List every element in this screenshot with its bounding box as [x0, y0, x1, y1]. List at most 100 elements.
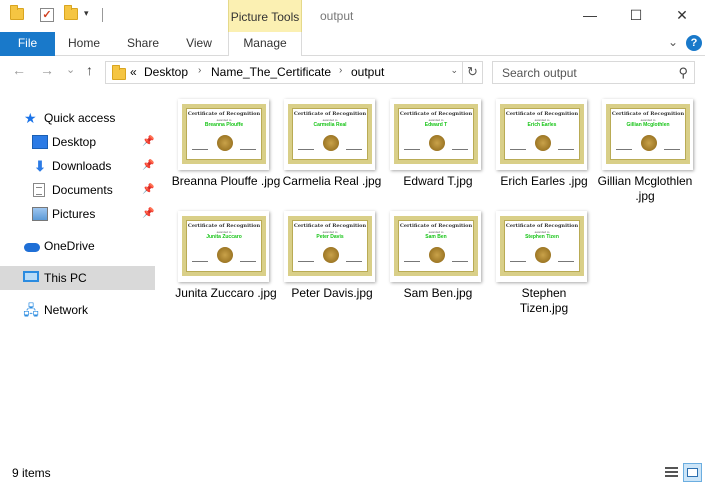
certificate-heading: Certificate of Recognition	[293, 111, 367, 117]
sidebar-item-label: OneDrive	[44, 239, 95, 253]
new-folder-icon[interactable]	[64, 5, 78, 20]
sidebar-item-label: This PC	[44, 271, 87, 285]
star-icon: ★	[24, 110, 37, 126]
breadcrumb-separator[interactable]: ›	[339, 65, 342, 76]
search-icon[interactable]: ⚲	[678, 65, 688, 81]
back-button[interactable]: ←	[12, 62, 26, 78]
certificate-recipient: Erich Earles	[527, 122, 557, 128]
sidebar-item-this-pc[interactable]: This PC	[0, 266, 155, 290]
tab-view[interactable]: View	[180, 32, 218, 56]
pc-icon	[23, 271, 39, 282]
file-tile[interactable]: Certificate of Recognition awarded to Eric…	[481, 92, 591, 204]
file-tile[interactable]: Certificate of Recognition awarded to Carm…	[269, 92, 381, 204]
certificate-recipient: Stephen Tizen	[525, 234, 559, 240]
image-thumbnail: Certificate of Recognition awarded to Eric…	[496, 99, 587, 170]
certificate-heading: Certificate of Recognition	[399, 223, 473, 229]
sidebar-item-documents[interactable]: Documents 📌	[0, 178, 155, 202]
collapse-ribbon-icon[interactable]: ⌄	[668, 35, 678, 49]
image-thumbnail: Certificate of Recognition awarded to Brea…	[178, 99, 269, 170]
status-bar: 9 items	[0, 461, 705, 483]
details-view-button[interactable]	[662, 463, 681, 482]
seal-icon	[535, 135, 551, 151]
file-name[interactable]: Stephen Tizen.jpg	[503, 286, 585, 316]
address-bar[interactable]: « Desktop › Name_The_Certificate › outpu…	[105, 61, 483, 84]
certificate-recipient: Sam Ben	[425, 234, 447, 240]
large-icons-view-button[interactable]	[683, 463, 702, 482]
sidebar-item-label: Desktop	[52, 135, 97, 149]
seal-icon	[217, 135, 233, 151]
certificate-recipient: Carmelia Real	[313, 122, 347, 128]
navigation-bar: ← → ⌄ ↑ « Desktop › Name_The_Certificate…	[0, 56, 705, 88]
sidebar-item-quick-access[interactable]: ★ Quick access	[0, 106, 155, 130]
file-view: Certificate of Recognition awarded to Brea…	[163, 92, 703, 452]
sidebar-item-label: Pictures	[52, 207, 96, 221]
file-tile[interactable]: Certificate of Recognition awarded to Brea…	[163, 92, 280, 204]
breadcrumb-overflow[interactable]: «	[130, 65, 137, 79]
minimize-button[interactable]: —	[567, 0, 613, 30]
folder-icon	[112, 65, 126, 80]
recent-locations-dropdown[interactable]: ⌄	[66, 63, 75, 76]
seal-icon	[641, 135, 657, 151]
help-icon[interactable]: ?	[686, 35, 702, 51]
search-input[interactable]	[494, 63, 669, 82]
tab-manage[interactable]: Manage	[228, 32, 302, 57]
sidebar-item-desktop[interactable]: Desktop 📌	[0, 130, 155, 154]
close-button[interactable]: ✕	[659, 0, 705, 30]
sidebar-item-label: Downloads	[52, 159, 112, 173]
certificate-heading: Certificate of Recognition	[505, 223, 579, 229]
pin-icon[interactable]: 📌	[142, 178, 154, 202]
sidebar-item-onedrive[interactable]: OneDrive	[0, 234, 155, 258]
customize-quick-access-dropdown[interactable]: ▾	[84, 8, 89, 19]
certificate-recipient: Junita Zuccaro	[206, 234, 242, 240]
sidebar-item-label: Network	[44, 303, 89, 317]
sidebar-item-pictures[interactable]: Pictures 📌	[0, 202, 155, 226]
certificate-heading: Certificate of Recognition	[187, 111, 261, 117]
refresh-icon[interactable]: ↻	[462, 62, 482, 83]
image-thumbnail: Certificate of Recognition awarded to Sam …	[390, 211, 481, 282]
seal-icon	[323, 247, 339, 263]
seal-icon	[429, 247, 445, 263]
seal-icon	[323, 135, 339, 151]
file-tile[interactable]: Certificate of Recognition awarded to Juni…	[163, 204, 277, 316]
file-tile[interactable]: Certificate of Recognition awarded to Gill…	[587, 92, 697, 204]
sidebar-item-downloads[interactable]: ⬇ Downloads 📌	[0, 154, 155, 178]
file-tile[interactable]: Certificate of Recognition awarded to Step…	[481, 204, 591, 316]
sidebar-item-network[interactable]: 🖧 Network	[0, 298, 155, 322]
search-box[interactable]: ⚲	[492, 61, 695, 84]
ribbon-tabs: File Home Share View Manage ⌄ ?	[0, 32, 705, 57]
folder-icon	[10, 5, 24, 20]
breadcrumb-separator[interactable]: ›	[198, 65, 201, 76]
picture-tools-context-label: Picture Tools	[228, 0, 302, 32]
image-thumbnail: Certificate of Recognition awarded to Carm…	[284, 99, 375, 170]
pin-icon[interactable]: 📌	[142, 130, 154, 154]
tab-file[interactable]: File	[0, 32, 55, 56]
properties-icon[interactable]: ✓	[40, 8, 54, 22]
pin-icon[interactable]: 📌	[142, 154, 154, 178]
desktop-icon	[32, 135, 48, 149]
maximize-button[interactable]: ☐	[613, 0, 659, 30]
address-history-dropdown[interactable]: ⌄	[450, 65, 458, 76]
breadcrumb-output[interactable]: output	[351, 65, 384, 79]
pin-icon[interactable]: 📌	[142, 202, 154, 226]
certificate-recipient: Peter Davis	[316, 234, 344, 240]
tab-home[interactable]: Home	[62, 32, 106, 56]
file-tile[interactable]: Certificate of Recognition awarded to Pete…	[269, 204, 379, 316]
certificate-heading: Certificate of Recognition	[187, 223, 261, 229]
certificate-heading: Certificate of Recognition	[505, 111, 579, 117]
sidebar-item-label: Quick access	[44, 111, 116, 125]
certificate-heading: Certificate of Recognition	[611, 111, 685, 117]
window-title: output	[320, 9, 354, 23]
tab-share[interactable]: Share	[120, 32, 166, 56]
item-count: 9 items	[12, 466, 51, 480]
file-tile[interactable]: Certificate of Recognition awarded to Edwa…	[375, 92, 485, 204]
network-icon: 🖧	[23, 302, 39, 318]
breadcrumb-desktop[interactable]: Desktop	[144, 65, 188, 79]
navigation-pane: ★ Quick access Desktop 📌 ⬇ Downloads 📌 D…	[0, 96, 156, 456]
certificate-heading: Certificate of Recognition	[399, 111, 473, 117]
file-tile[interactable]: Certificate of Recognition awarded to Sam …	[375, 204, 485, 316]
breadcrumb-name-the-certificate[interactable]: Name_The_Certificate	[211, 65, 331, 79]
forward-button[interactable]: →	[40, 62, 54, 78]
sidebar-item-label: Documents	[52, 183, 113, 197]
up-button[interactable]: ↑	[86, 62, 93, 78]
file-name[interactable]: Gillian Mcglothlen .jpg	[587, 174, 703, 204]
